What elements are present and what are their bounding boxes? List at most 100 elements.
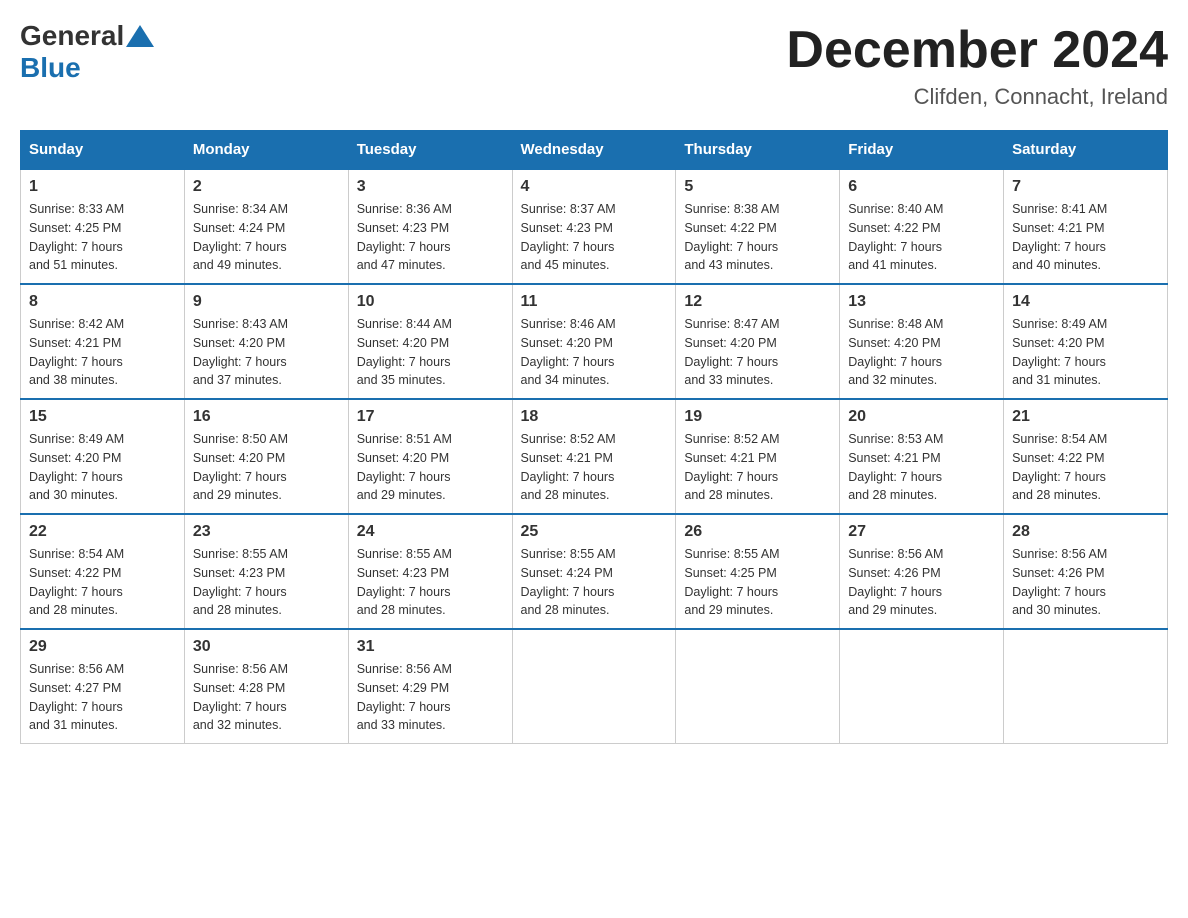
day-number: 21 [1012, 408, 1159, 426]
calendar-cell [1004, 629, 1168, 744]
calendar-cell: 24 Sunrise: 8:55 AM Sunset: 4:23 PM Dayl… [348, 514, 512, 629]
day-number: 22 [29, 523, 176, 541]
day-number: 4 [521, 178, 668, 196]
day-number: 31 [357, 638, 504, 656]
day-info: Sunrise: 8:52 AM Sunset: 4:21 PM Dayligh… [521, 430, 668, 505]
calendar-cell: 21 Sunrise: 8:54 AM Sunset: 4:22 PM Dayl… [1004, 399, 1168, 514]
day-info: Sunrise: 8:41 AM Sunset: 4:21 PM Dayligh… [1012, 200, 1159, 275]
day-number: 8 [29, 293, 176, 311]
day-number: 5 [684, 178, 831, 196]
day-info: Sunrise: 8:37 AM Sunset: 4:23 PM Dayligh… [521, 200, 668, 275]
day-info: Sunrise: 8:49 AM Sunset: 4:20 PM Dayligh… [29, 430, 176, 505]
calendar-cell: 4 Sunrise: 8:37 AM Sunset: 4:23 PM Dayli… [512, 169, 676, 284]
calendar-week-5: 29 Sunrise: 8:56 AM Sunset: 4:27 PM Dayl… [21, 629, 1168, 744]
day-info: Sunrise: 8:43 AM Sunset: 4:20 PM Dayligh… [193, 315, 340, 390]
logo-blue-text: Blue [20, 52, 81, 83]
day-info: Sunrise: 8:55 AM Sunset: 4:25 PM Dayligh… [684, 545, 831, 620]
day-info: Sunrise: 8:55 AM Sunset: 4:24 PM Dayligh… [521, 545, 668, 620]
day-number: 28 [1012, 523, 1159, 541]
day-info: Sunrise: 8:34 AM Sunset: 4:24 PM Dayligh… [193, 200, 340, 275]
calendar-cell: 27 Sunrise: 8:56 AM Sunset: 4:26 PM Dayl… [840, 514, 1004, 629]
calendar-cell: 29 Sunrise: 8:56 AM Sunset: 4:27 PM Dayl… [21, 629, 185, 744]
calendar-cell: 18 Sunrise: 8:52 AM Sunset: 4:21 PM Dayl… [512, 399, 676, 514]
day-number: 25 [521, 523, 668, 541]
col-sunday: Sunday [21, 131, 185, 170]
day-number: 7 [1012, 178, 1159, 196]
calendar-cell: 22 Sunrise: 8:54 AM Sunset: 4:22 PM Dayl… [21, 514, 185, 629]
day-number: 16 [193, 408, 340, 426]
day-number: 9 [193, 293, 340, 311]
title-section: December 2024 Clifden, Connacht, Ireland [786, 20, 1168, 110]
day-number: 1 [29, 178, 176, 196]
calendar-cell: 30 Sunrise: 8:56 AM Sunset: 4:28 PM Dayl… [184, 629, 348, 744]
day-info: Sunrise: 8:49 AM Sunset: 4:20 PM Dayligh… [1012, 315, 1159, 390]
day-info: Sunrise: 8:36 AM Sunset: 4:23 PM Dayligh… [357, 200, 504, 275]
day-info: Sunrise: 8:51 AM Sunset: 4:20 PM Dayligh… [357, 430, 504, 505]
calendar-cell [676, 629, 840, 744]
day-number: 13 [848, 293, 995, 311]
day-info: Sunrise: 8:56 AM Sunset: 4:27 PM Dayligh… [29, 660, 176, 735]
day-info: Sunrise: 8:55 AM Sunset: 4:23 PM Dayligh… [193, 545, 340, 620]
day-number: 12 [684, 293, 831, 311]
day-info: Sunrise: 8:53 AM Sunset: 4:21 PM Dayligh… [848, 430, 995, 505]
month-title: December 2024 [786, 20, 1168, 80]
day-info: Sunrise: 8:38 AM Sunset: 4:22 PM Dayligh… [684, 200, 831, 275]
calendar-cell: 8 Sunrise: 8:42 AM Sunset: 4:21 PM Dayli… [21, 284, 185, 399]
day-info: Sunrise: 8:44 AM Sunset: 4:20 PM Dayligh… [357, 315, 504, 390]
day-info: Sunrise: 8:54 AM Sunset: 4:22 PM Dayligh… [1012, 430, 1159, 505]
calendar-cell [840, 629, 1004, 744]
day-number: 27 [848, 523, 995, 541]
day-info: Sunrise: 8:56 AM Sunset: 4:28 PM Dayligh… [193, 660, 340, 735]
calendar-cell: 15 Sunrise: 8:49 AM Sunset: 4:20 PM Dayl… [21, 399, 185, 514]
location-subtitle: Clifden, Connacht, Ireland [786, 84, 1168, 110]
day-info: Sunrise: 8:52 AM Sunset: 4:21 PM Dayligh… [684, 430, 831, 505]
day-info: Sunrise: 8:56 AM Sunset: 4:29 PM Dayligh… [357, 660, 504, 735]
calendar-table: Sunday Monday Tuesday Wednesday Thursday… [20, 130, 1168, 744]
calendar-cell: 14 Sunrise: 8:49 AM Sunset: 4:20 PM Dayl… [1004, 284, 1168, 399]
calendar-week-2: 8 Sunrise: 8:42 AM Sunset: 4:21 PM Dayli… [21, 284, 1168, 399]
day-number: 24 [357, 523, 504, 541]
calendar-header-row: Sunday Monday Tuesday Wednesday Thursday… [21, 131, 1168, 170]
col-wednesday: Wednesday [512, 131, 676, 170]
calendar-cell: 9 Sunrise: 8:43 AM Sunset: 4:20 PM Dayli… [184, 284, 348, 399]
day-info: Sunrise: 8:40 AM Sunset: 4:22 PM Dayligh… [848, 200, 995, 275]
calendar-cell: 11 Sunrise: 8:46 AM Sunset: 4:20 PM Dayl… [512, 284, 676, 399]
day-info: Sunrise: 8:46 AM Sunset: 4:20 PM Dayligh… [521, 315, 668, 390]
logo: General Blue [20, 20, 156, 84]
calendar-week-1: 1 Sunrise: 8:33 AM Sunset: 4:25 PM Dayli… [21, 169, 1168, 284]
day-number: 26 [684, 523, 831, 541]
day-number: 20 [848, 408, 995, 426]
day-number: 14 [1012, 293, 1159, 311]
day-number: 23 [193, 523, 340, 541]
logo-general-text: General [20, 20, 124, 52]
day-info: Sunrise: 8:50 AM Sunset: 4:20 PM Dayligh… [193, 430, 340, 505]
calendar-cell: 20 Sunrise: 8:53 AM Sunset: 4:21 PM Dayl… [840, 399, 1004, 514]
day-number: 18 [521, 408, 668, 426]
calendar-cell: 1 Sunrise: 8:33 AM Sunset: 4:25 PM Dayli… [21, 169, 185, 284]
calendar-cell: 7 Sunrise: 8:41 AM Sunset: 4:21 PM Dayli… [1004, 169, 1168, 284]
day-info: Sunrise: 8:42 AM Sunset: 4:21 PM Dayligh… [29, 315, 176, 390]
calendar-cell: 3 Sunrise: 8:36 AM Sunset: 4:23 PM Dayli… [348, 169, 512, 284]
calendar-week-4: 22 Sunrise: 8:54 AM Sunset: 4:22 PM Dayl… [21, 514, 1168, 629]
day-number: 10 [357, 293, 504, 311]
calendar-cell: 31 Sunrise: 8:56 AM Sunset: 4:29 PM Dayl… [348, 629, 512, 744]
calendar-cell: 23 Sunrise: 8:55 AM Sunset: 4:23 PM Dayl… [184, 514, 348, 629]
page-header: General Blue December 2024 Clifden, Conn… [20, 20, 1168, 110]
calendar-cell: 28 Sunrise: 8:56 AM Sunset: 4:26 PM Dayl… [1004, 514, 1168, 629]
calendar-cell: 13 Sunrise: 8:48 AM Sunset: 4:20 PM Dayl… [840, 284, 1004, 399]
day-info: Sunrise: 8:56 AM Sunset: 4:26 PM Dayligh… [848, 545, 995, 620]
calendar-cell: 6 Sunrise: 8:40 AM Sunset: 4:22 PM Dayli… [840, 169, 1004, 284]
col-tuesday: Tuesday [348, 131, 512, 170]
col-thursday: Thursday [676, 131, 840, 170]
day-number: 6 [848, 178, 995, 196]
calendar-cell: 10 Sunrise: 8:44 AM Sunset: 4:20 PM Dayl… [348, 284, 512, 399]
calendar-cell: 17 Sunrise: 8:51 AM Sunset: 4:20 PM Dayl… [348, 399, 512, 514]
calendar-cell: 2 Sunrise: 8:34 AM Sunset: 4:24 PM Dayli… [184, 169, 348, 284]
calendar-cell: 19 Sunrise: 8:52 AM Sunset: 4:21 PM Dayl… [676, 399, 840, 514]
logo-triangle-icon [126, 25, 154, 47]
calendar-cell [512, 629, 676, 744]
calendar-cell: 5 Sunrise: 8:38 AM Sunset: 4:22 PM Dayli… [676, 169, 840, 284]
calendar-cell: 25 Sunrise: 8:55 AM Sunset: 4:24 PM Dayl… [512, 514, 676, 629]
calendar-cell: 26 Sunrise: 8:55 AM Sunset: 4:25 PM Dayl… [676, 514, 840, 629]
calendar-week-3: 15 Sunrise: 8:49 AM Sunset: 4:20 PM Dayl… [21, 399, 1168, 514]
